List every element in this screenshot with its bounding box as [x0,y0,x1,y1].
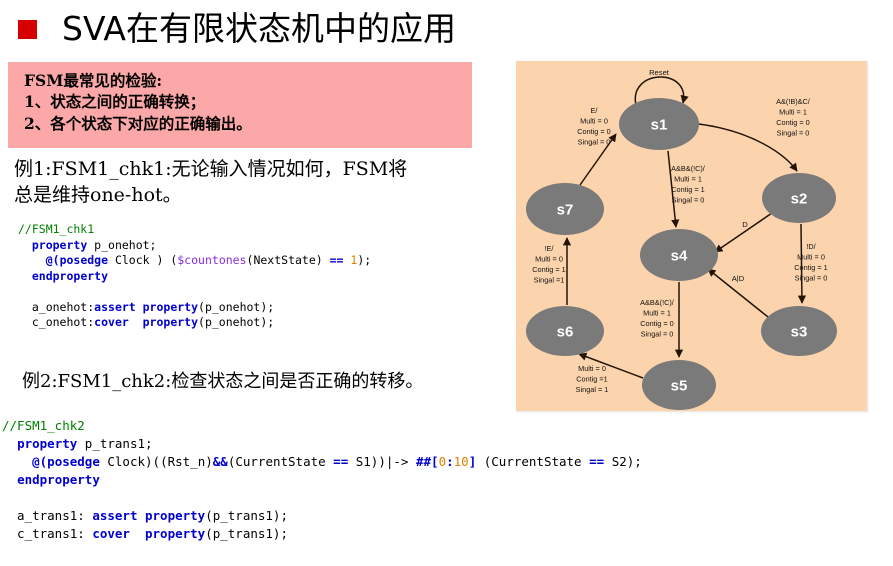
edge-label-s1-to-s4: A&B&(!C)/Multi = 1 Contig = 1 Singal = 0 [671,164,706,205]
fsm-state-node-s7: s7 [526,183,604,235]
code1-l3-clock: Clock ) ( [108,253,178,267]
state-label-s1: s1 [651,117,668,134]
code1-comment: //FSM1_chk1 [18,222,95,236]
code1-l3-at: @ [45,253,53,267]
fsm-checks-callout: FSM最常见的检验: 1、状态之间的正确转换； 2、各个状态下对应的正确输出。 [8,62,472,148]
state-label-s2: s2 [791,191,808,208]
state-label-s3: s3 [791,324,808,341]
code2-l3-s2: S2); [604,454,642,469]
code1-l7-keyword: cover property [94,315,199,329]
callout-line-3: 2、各个状态下对应的正确输出。 [24,114,252,133]
code-block-fsm1-chk2: //FSM1_chk2 property p_trans1; @(posedge… [2,417,642,543]
fsm-state-node-s3: s3 [761,306,837,356]
state-label-s5: s5 [671,378,688,395]
code2-l7-keyword: cover property [92,526,206,541]
code2-l3-colon: : [446,454,454,469]
code1-l3-end: ); [357,253,372,267]
edge-label-reset-self-loop: Reset [649,68,670,77]
state-label-s6: s6 [557,324,574,341]
fsm-state-node-s5: s5 [642,360,716,410]
code1-l3-posedge: (posedge [52,253,109,267]
example2-text-line1: 例2:FSM1_chk2:检查状态之间是否正确的转移。 [22,371,424,392]
fsm-state-node-s6: s6 [526,306,604,356]
code1-l3-args: (NextState) [246,253,330,267]
state-label-s7: s7 [557,202,574,219]
code2-l3-and: && [212,454,228,469]
edge-label-s7-to-s1: E/Multi = 0 Contig = 0 Singal = 0 [577,106,610,147]
code1-l6-keyword: assert property [94,299,199,314]
code2-l7-rest: (p_trans1); [205,526,288,541]
red-square-bullet-icon [18,20,37,39]
code2-l3-num-low: 0 [438,454,447,469]
edge-label-s6-to-s7: !E/Multi = 0 Contig = 1 Singal =1 [532,244,565,285]
code2-l3-s1: S1))|-> [348,454,416,469]
callout-line-2: 1、状态之间的正确转换； [24,92,206,111]
code1-l6-name: a_onehot: [18,299,95,314]
code1-l3-system-task: $countones [177,253,247,267]
edge-label-s3-to-s4: A|D [732,274,745,283]
edge-label-s2-to-s3: !D/Multi = 0 Contig = 1 Singal = 0 [794,242,827,283]
code2-l3-tail: (CurrentState [476,454,590,469]
example1-text-line2: 总是维持one-hot。 [14,184,182,206]
code2-l3-posedge: (posedge [39,454,100,469]
edge-label-s5-to-s6: Multi = 0 Contig =1 Singal = 1 [576,364,609,394]
code2-l2-keyword: property [17,436,78,451]
fsm-state-node-s4: s4 [640,229,718,281]
code2-l3-hash: ## [415,454,432,469]
code1-l3-eq: == [329,253,344,267]
code2-l6-rest: (p_trans1); [205,508,288,523]
code1-l7-name: c_onehot: [18,315,95,329]
code1-l2-keyword: property [31,237,88,252]
code2-l3-at: @ [32,454,40,469]
code2-l4-endproperty: endproperty [17,472,100,487]
code2-comment: //FSM1_chk2 [2,418,85,433]
fsm-state-node-s1: s1 [619,98,699,150]
code2-l3-clock: Clock)((Rst_n) [99,454,213,469]
edge-s2-to-s4 [714,212,773,253]
edge-label-s4-to-s5: A&B&(!C)/Multi = 1 Contig = 0 Singal = 0 [640,298,675,339]
slide-title-row: SVA在有限状态机中的应用 [18,6,538,52]
code2-l6-name: a_trans1: [2,508,93,523]
code2-l3-lbracket: [ [431,454,439,469]
page-title: SVA在有限状态机中的应用 [62,9,456,48]
code-block-fsm1-chk1: //FSM1_chk1 property p_onehot; @(posedge… [18,222,371,331]
code1-l3-number: 1 [343,253,358,267]
fsm-state-node-s2: s2 [762,173,836,223]
code2-l3-eq: == [333,454,349,469]
code2-l3-mid: (CurrentState [227,454,334,469]
code2-l3-eq2: == [589,454,605,469]
edge-label-s1-to-s2: A&(!B)&C/Multi = 1 Contig = 0 Singal = 0 [776,97,811,138]
code1-l7-rest: (p_onehot); [198,315,275,329]
code2-l2-rest: p_trans1; [77,436,153,451]
state-label-s4: s4 [671,248,688,265]
fsm-diagram-svg: s1 s2 s3 s4 s5 s6 s7 Reset E/Multi = 0 Contig = … [526,68,837,410]
code1-l6-rest: (p_onehot); [198,299,275,314]
code2-l6-keyword: assert property [92,508,206,523]
fsm-nodes-group: s1 s2 s3 s4 s5 s6 s7 [526,98,837,410]
edge-label-s2-to-s4: D [742,220,748,229]
code1-l4-endproperty: endproperty [31,268,109,283]
code2-l3-num-high: 10 [453,454,469,469]
example1-text-line1: 例1:FSM1_chk1:无论输入情况如何，FSM将 [14,158,408,180]
slide-canvas: SVA在有限状态机中的应用 FSM最常见的检验: 1、状态之间的正确转换； 2、… [0,0,893,566]
code1-l2-rest: p_onehot; [87,237,157,252]
code2-l7-name: c_trans1: [2,526,93,541]
callout-line-1: FSM最常见的检验: [24,71,163,90]
fsm-state-diagram-panel: s1 s2 s3 s4 s5 s6 s7 Reset E/Multi = 0 Contig = … [516,61,867,411]
